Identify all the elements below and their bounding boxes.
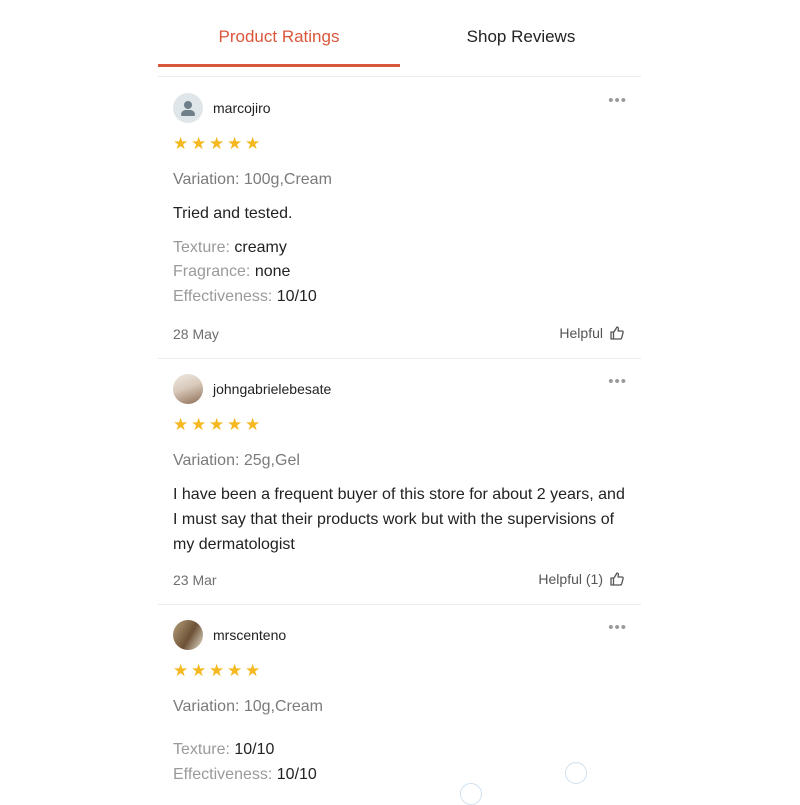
- divider: [158, 76, 641, 77]
- attribute-value: 10/10: [276, 288, 317, 305]
- review-attribute: Effectiveness: 10/10: [173, 288, 317, 306]
- star-icon: ★: [209, 661, 225, 680]
- more-options-icon[interactable]: •••: [608, 92, 627, 109]
- attribute-key: Fragrance:: [173, 263, 251, 280]
- star-rating: ★ ★ ★ ★ ★: [173, 661, 262, 680]
- attribute-key: Effectiveness:: [173, 766, 273, 783]
- star-icon: ★: [245, 415, 261, 434]
- review-tabs: Product Ratings Shop Reviews: [158, 0, 641, 68]
- attribute-key: Texture:: [173, 239, 230, 256]
- active-tab-indicator: [158, 64, 400, 67]
- divider: [158, 604, 641, 605]
- star-icon: ★: [191, 134, 207, 153]
- variation-label: Variation: 100g,Cream: [173, 171, 332, 188]
- avatar[interactable]: [173, 620, 203, 650]
- floating-circle-icon: [460, 783, 482, 805]
- review-card: johngabrielebesate ••• ★ ★ ★ ★ ★ Variati…: [158, 372, 641, 604]
- helpful-label: Helpful: [559, 325, 603, 341]
- attribute-value: creamy: [234, 239, 287, 256]
- attribute-key: Texture:: [173, 741, 230, 758]
- star-icon: ★: [209, 415, 225, 434]
- avatar[interactable]: [173, 374, 203, 404]
- more-options-icon[interactable]: •••: [608, 619, 627, 636]
- review-date: 28 May: [173, 326, 219, 342]
- helpful-button[interactable]: Helpful (1): [538, 571, 625, 587]
- floating-circle-icon: [565, 762, 587, 784]
- attribute-key: Effectiveness:: [173, 288, 273, 305]
- attribute-value: none: [254, 263, 291, 280]
- username[interactable]: marcojiro: [213, 100, 271, 116]
- star-icon: ★: [245, 134, 261, 153]
- star-icon: ★: [227, 134, 243, 153]
- helpful-button[interactable]: Helpful: [559, 325, 625, 341]
- review-text: I have been a frequent buyer of this sto…: [173, 486, 625, 553]
- attribute-value: 10/10: [276, 766, 317, 783]
- tab-product-ratings[interactable]: Product Ratings: [158, 0, 400, 68]
- star-rating: ★ ★ ★ ★ ★: [173, 415, 262, 434]
- helpful-label: Helpful (1): [538, 571, 603, 587]
- more-options-icon[interactable]: •••: [608, 373, 627, 390]
- star-icon: ★: [227, 661, 243, 680]
- divider: [158, 358, 641, 359]
- variation-label: Variation: 10g,Cream: [173, 698, 323, 715]
- star-icon: ★: [173, 415, 189, 434]
- review-attribute: Texture: creamy: [173, 239, 287, 257]
- review-text: Tried and tested.: [173, 205, 293, 222]
- thumbs-up-icon: [609, 571, 625, 587]
- star-icon: ★: [227, 415, 243, 434]
- thumbs-up-icon: [609, 325, 625, 341]
- star-rating: ★ ★ ★ ★ ★: [173, 134, 262, 153]
- attribute-value: 10/10: [234, 741, 275, 758]
- username[interactable]: johngabrielebesate: [213, 381, 331, 397]
- star-icon: ★: [173, 661, 189, 680]
- user-icon: [184, 101, 192, 109]
- review-attribute: Effectiveness: 10/10: [173, 766, 317, 784]
- review-attribute: Texture: 10/10: [173, 741, 274, 759]
- star-icon: ★: [209, 134, 225, 153]
- review-attribute: Fragrance: none: [173, 263, 290, 281]
- tab-shop-reviews[interactable]: Shop Reviews: [400, 0, 642, 68]
- review-date: 23 Mar: [173, 572, 217, 588]
- avatar[interactable]: [173, 93, 203, 123]
- star-icon: ★: [245, 661, 261, 680]
- star-icon: ★: [173, 134, 189, 153]
- variation-label: Variation: 25g,Gel: [173, 452, 300, 469]
- username[interactable]: mrscenteno: [213, 627, 286, 643]
- star-icon: ★: [191, 415, 207, 434]
- star-icon: ★: [191, 661, 207, 680]
- review-card: marcojiro ••• ★ ★ ★ ★ ★ Variation: 100g,…: [158, 90, 641, 358]
